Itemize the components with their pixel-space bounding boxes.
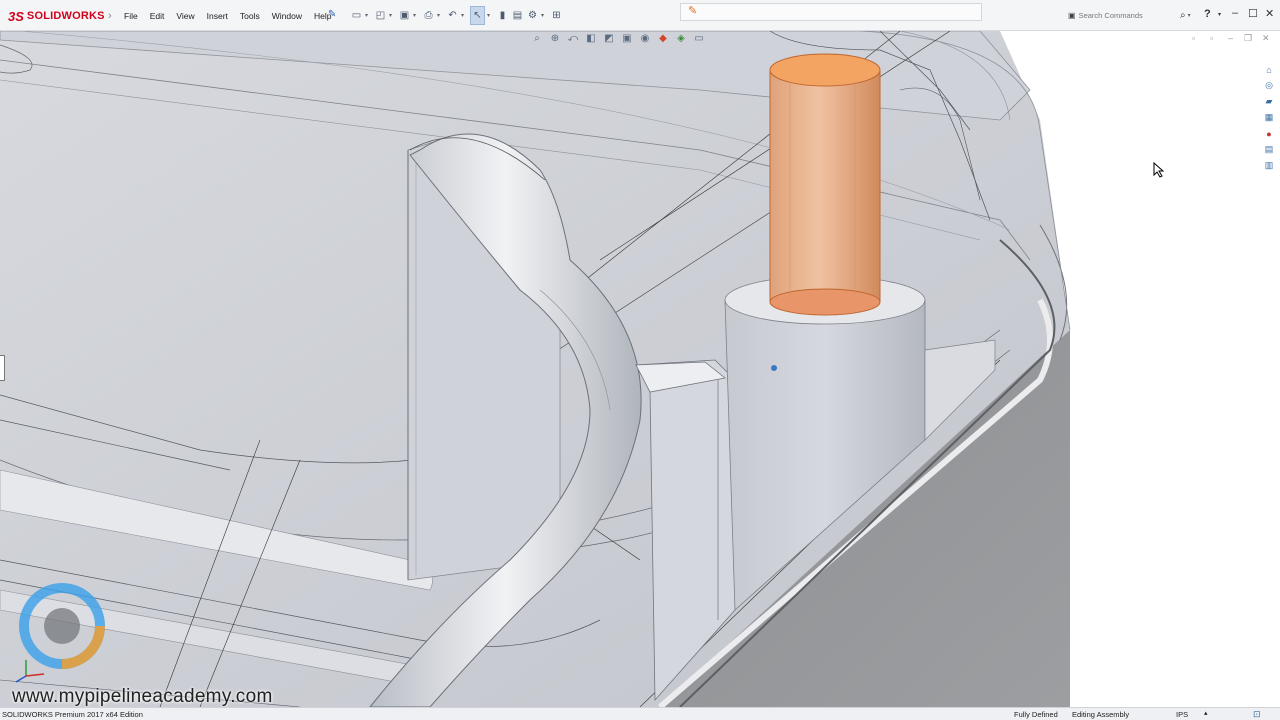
help-dropdown-icon[interactable]: ▾	[1218, 11, 1221, 18]
assembly-model-view	[0, 31, 1071, 707]
document-minimize-icon[interactable]: –	[1228, 33, 1233, 43]
zoom-area-icon[interactable]: ⊕	[548, 31, 562, 45]
file-explorer-icon[interactable]: ▦	[1262, 110, 1276, 125]
status-bar: SOLIDWORKS Premium 2017 x64 Edition Full…	[0, 707, 1280, 720]
feature-manager-collapse-handle[interactable]	[0, 355, 5, 381]
quick-tips-icon[interactable]: ⊡	[1253, 709, 1261, 720]
zoom-to-fit-icon[interactable]: ⌕	[530, 31, 544, 45]
document-restore-icon[interactable]: ▫	[1192, 33, 1195, 43]
search-commands[interactable]: ▣ Search Commands ⌕ ▾	[1066, 8, 1198, 23]
search-type-icon: ▣	[1068, 11, 1076, 20]
minimize-button[interactable]: –	[1232, 7, 1238, 19]
open-icon[interactable]: ◰	[374, 7, 387, 24]
view-settings-icon[interactable]: ▭	[692, 31, 706, 45]
close-button[interactable]: ✕	[1265, 7, 1274, 20]
select-icon[interactable]: ↖	[470, 6, 485, 25]
new-dropdown-icon[interactable]: ▾	[365, 12, 372, 19]
section-view-icon[interactable]: ◧	[584, 31, 598, 45]
help-icon[interactable]: ?	[1204, 8, 1211, 20]
unit-system[interactable]: IPS	[1176, 710, 1188, 719]
custom-properties-icon[interactable]: ▤	[1262, 142, 1276, 157]
ds-logo-mark: 3S	[8, 8, 24, 24]
quick-access-toolbar: ▭ ▾ ◰ ▾ ▣ ▾ ⎙ ▾ ↶ ▾ ↖ ▾ ▮ ▤ ⚙ ▾ ⊞	[350, 6, 563, 25]
display-style-icon[interactable]: ▣	[620, 31, 634, 45]
solidworks-wordmark: SOLIDWORKS	[26, 10, 105, 22]
maximize-button[interactable]: ☐	[1248, 7, 1258, 20]
view-orientation-icon[interactable]: ◩	[602, 31, 616, 45]
search-input[interactable]: ▣ Search Commands	[1066, 9, 1180, 23]
document-tab[interactable]: ✎	[680, 3, 982, 21]
select-dropdown-icon[interactable]: ▾	[487, 12, 494, 19]
search-placeholder: Search Commands	[1078, 11, 1143, 20]
menu-insert[interactable]: Insert	[201, 9, 234, 23]
document-tile-icon[interactable]: ▫	[1210, 33, 1213, 43]
definition-status: Fully Defined	[1014, 710, 1058, 719]
undo-dropdown-icon[interactable]: ▾	[461, 12, 468, 19]
undo-icon[interactable]: ↶	[446, 7, 459, 24]
product-edition: SOLIDWORKS Premium 2017 x64 Edition	[2, 710, 143, 719]
menu-tools[interactable]: Tools	[234, 9, 266, 23]
print-dropdown-icon[interactable]: ▾	[437, 12, 444, 19]
editing-mode: Editing Assembly	[1072, 710, 1130, 719]
design-library-icon[interactable]: ▰	[1262, 94, 1276, 109]
home-icon[interactable]: ⌂	[1262, 62, 1276, 77]
menu-file[interactable]: File	[118, 9, 144, 23]
menu-edit[interactable]: Edit	[144, 9, 171, 23]
title-bar: 3S SOLIDWORKS › File Edit View Insert To…	[0, 0, 1280, 31]
menu-bar: File Edit View Insert Tools Window Help	[118, 9, 337, 23]
toolbox-icon[interactable]: ▥	[1262, 158, 1276, 173]
mouse-cursor-icon	[1153, 162, 1165, 178]
file-properties-icon[interactable]: ▤	[511, 7, 524, 24]
new-icon[interactable]: ▭	[350, 7, 363, 24]
options-dropdown-icon[interactable]: ▾	[541, 12, 548, 19]
pin-icon[interactable]: ✎	[328, 9, 336, 20]
appearances-icon[interactable]: ●	[1262, 126, 1276, 141]
website-watermark: www.mypipelineacademy.com	[12, 686, 273, 707]
resources-icon[interactable]: ◎	[1262, 78, 1276, 93]
rebuild-icon[interactable]: ▮	[496, 7, 509, 24]
print-icon[interactable]: ⎙	[422, 7, 435, 24]
menu-window[interactable]: Window	[266, 9, 308, 23]
options-icon[interactable]: ⚙	[526, 7, 539, 24]
menu-view[interactable]: View	[170, 9, 200, 23]
document-maximize-icon[interactable]: ❐	[1244, 33, 1252, 44]
graphics-area[interactable]	[0, 31, 1280, 707]
document-close-icon[interactable]: ✕	[1262, 33, 1270, 44]
save-icon[interactable]: ▣	[398, 7, 411, 24]
search-icon[interactable]: ⌕	[1180, 10, 1186, 21]
open-dropdown-icon[interactable]: ▾	[389, 12, 396, 19]
sketch-icon[interactable]: ⊞	[550, 7, 563, 24]
search-dropdown-icon[interactable]: ▾	[1188, 12, 1191, 19]
previous-view-icon[interactable]: ⤺	[566, 31, 580, 45]
apply-scene-icon[interactable]: ◈	[674, 31, 688, 45]
units-menu-arrow[interactable]: ▴	[1204, 709, 1208, 717]
solidworks-logo[interactable]: 3S SOLIDWORKS	[8, 8, 105, 24]
heads-up-view-toolbar: ⌕ ⊕ ⤺ ◧ ◩ ▣ ◉ ◆ ◈ ▭	[530, 31, 706, 45]
coordinate-triad-icon	[15, 660, 45, 683]
task-pane-tabs: ⌂ ◎ ▰ ▦ ● ▤ ▥	[1262, 62, 1278, 173]
assembly-edit-icon: ✎	[688, 5, 698, 17]
menu-expand-arrow[interactable]: ›	[108, 10, 112, 22]
edit-appearance-icon[interactable]: ◆	[656, 31, 670, 45]
save-dropdown-icon[interactable]: ▾	[413, 12, 420, 19]
hide-show-icon[interactable]: ◉	[638, 31, 652, 45]
